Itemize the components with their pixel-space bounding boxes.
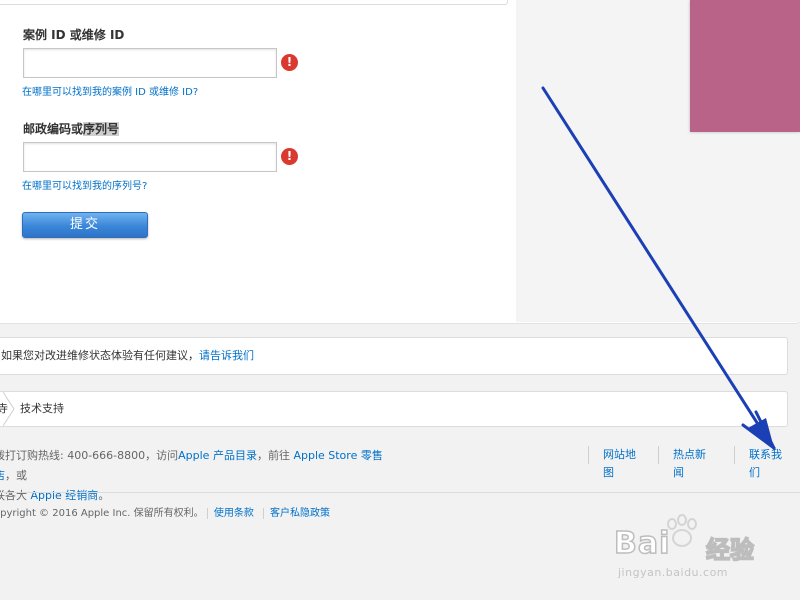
- annotation-arrow-icon: [541, 86, 776, 450]
